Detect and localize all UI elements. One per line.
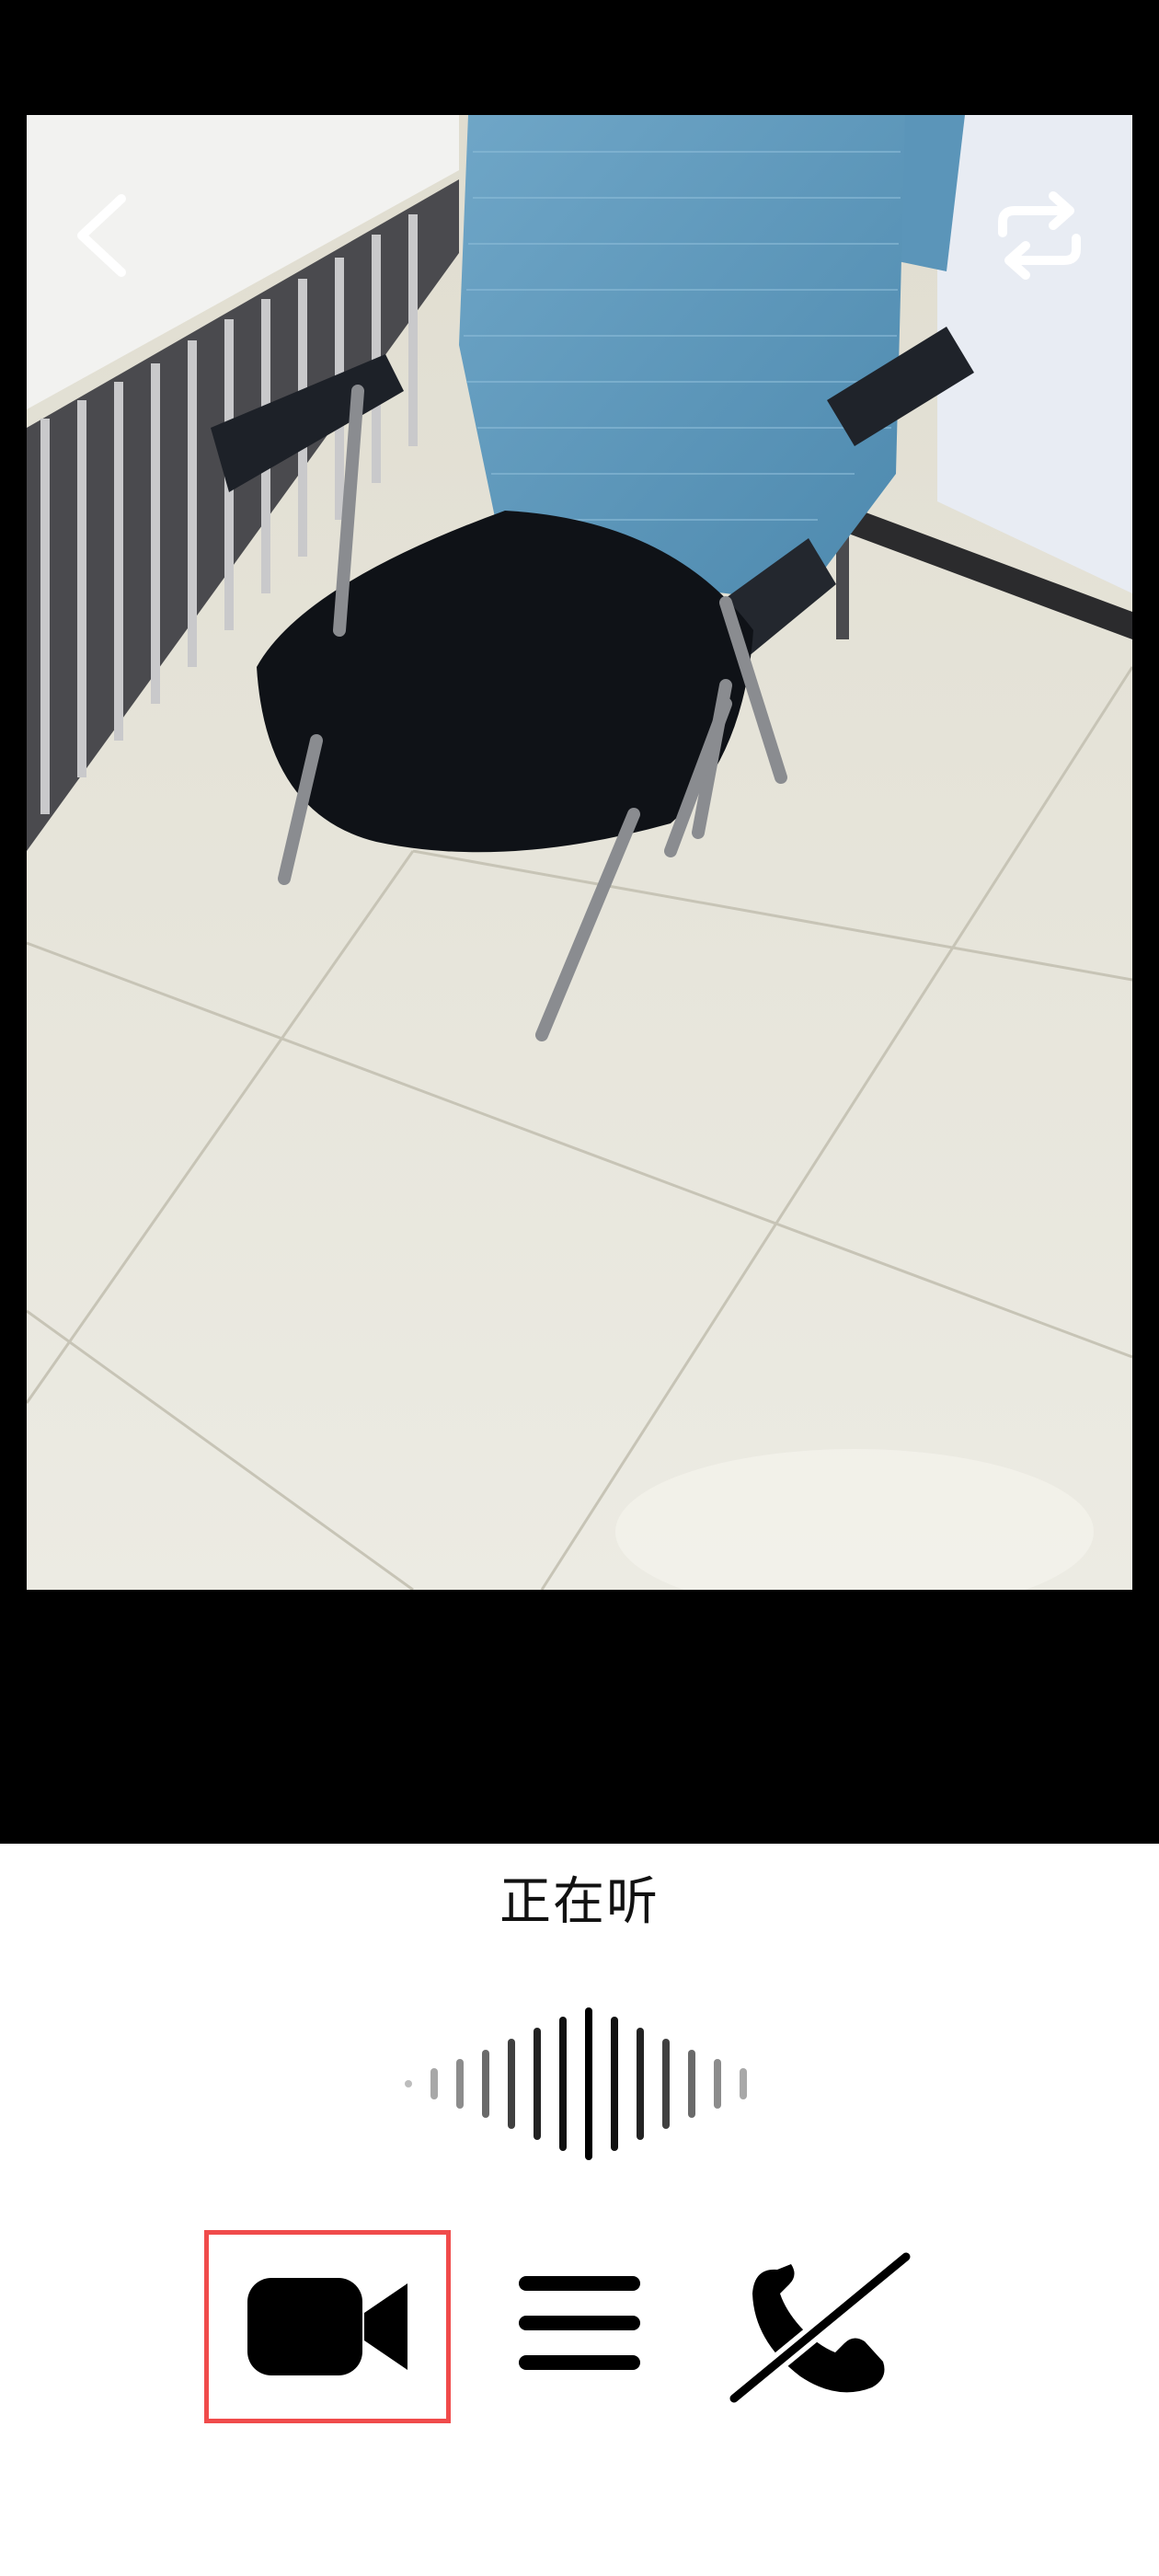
call-controls — [0, 2226, 1159, 2429]
listening-status: 正在听 — [499, 1872, 660, 1932]
menu-icon — [519, 2276, 640, 2370]
switch-camera-icon — [998, 191, 1081, 280]
switch-camera-button[interactable] — [984, 180, 1095, 291]
video-camera-icon — [247, 2278, 407, 2375]
video-toggle-button[interactable] — [204, 2230, 451, 2423]
back-button[interactable] — [48, 180, 158, 291]
camera-scene — [27, 115, 1132, 1590]
menu-button[interactable] — [511, 2245, 648, 2401]
video-call-screen: 正在听 — [0, 0, 1159, 2576]
hang-up-icon — [727, 2249, 915, 2406]
audio-waveform-icon — [396, 2006, 763, 2162]
chevron-left-icon — [77, 194, 126, 277]
camera-preview — [27, 115, 1132, 1590]
camera-area — [0, 0, 1159, 1844]
hang-up-button[interactable] — [722, 2245, 920, 2410]
